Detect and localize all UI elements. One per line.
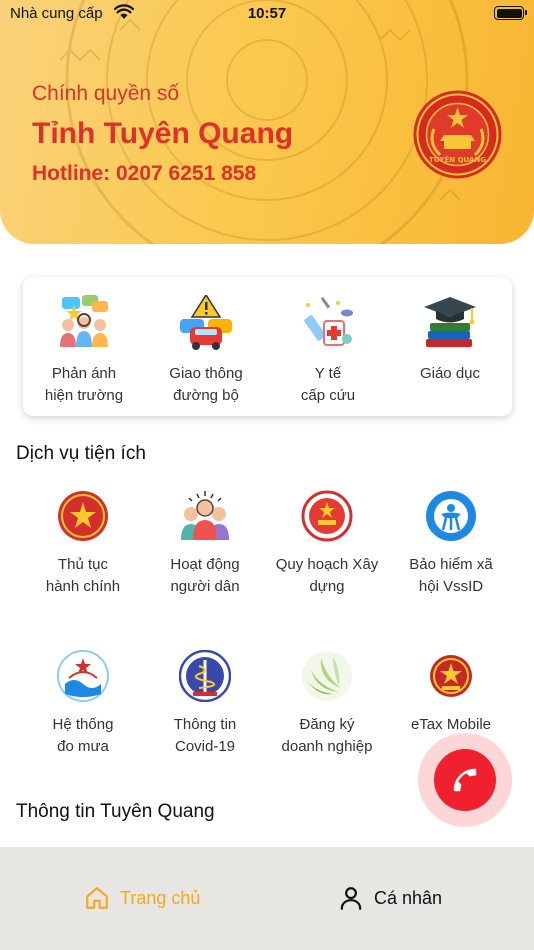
quick-action-label-2: đường bộ [173,387,239,404]
province-emblem-icon: TUYÊN QUANG [413,90,502,179]
app-subtitle: Chính quyền số [32,82,180,105]
emblem-text: TUYÊN QUANG [429,155,486,164]
tax-emblem-icon [430,655,472,697]
hotline-text[interactable]: Hotline: 0207 6251 858 [32,162,256,186]
info-section-title: Thông tin Tuyên Quang [16,801,215,822]
quick-action-label-1: Giáo dục [419,365,481,382]
social-insurance-icon [426,491,476,541]
battery-icon [494,6,527,20]
quick-action-education[interactable]: Giáo dục [389,277,511,416]
phone-icon [453,768,477,792]
home-icon [86,887,108,909]
quick-actions-card: Phản ánh hiện trường Giao thông đường bộ [23,277,512,416]
quick-action-traffic[interactable]: Giao thông đường bộ [145,277,267,416]
service-label-1: eTax Mobile [410,716,492,733]
quick-action-label-2: hiện trường [44,387,124,404]
service-label-2: doanh nghiệp [281,738,373,755]
service-label-2: đo mưa [57,738,109,755]
health-ministry-icon [179,650,231,702]
service-label-2: Covid-19 [174,738,236,755]
header-banner: Nhà cung cấp 10:57 Chính quyền số Tỉnh T… [0,0,534,244]
quick-action-feedback[interactable]: Phản ánh hiện trường [23,277,145,416]
service-label-1: Thông tin [173,716,237,733]
status-bar: Nhà cung cấp 10:57 [0,0,534,30]
service-label-2: dựng [309,578,345,595]
national-emblem-icon [58,491,108,541]
traffic-warning-icon [180,295,232,350]
quick-action-label-2: cấp cứu [300,387,356,404]
quick-action-label-1: Y tế [314,365,342,382]
quick-action-medical[interactable]: Y tế cấp cứu [267,277,389,416]
service-label-2: người dân [170,578,240,595]
service-label-2: hội VssID [418,578,484,595]
services-section-title: Dịch vụ tiện ích [16,443,146,464]
leaf-business-icon [302,651,352,701]
nav-home-label: Trang chủ [120,887,201,908]
page-title: Tỉnh Tuyên Quang [32,117,294,150]
nav-profile-label: Cá nhân [374,887,443,908]
service-label-2: hành chính [45,578,121,595]
quick-action-label-1: Giao thông [169,365,243,382]
rain-monitor-icon [57,650,109,702]
service-label-1: Hệ thống [52,716,114,733]
user-icon [340,887,362,910]
nav-home[interactable]: Trang chủ [84,885,200,911]
bottom-navigation: Trang chủ Cá nhân [0,847,534,950]
medical-syringe-icon [304,296,353,346]
graduation-cap-icon [424,297,476,347]
service-label-1: Hoạt động [170,556,240,573]
call-button[interactable] [434,749,496,811]
clock: 10:57 [247,5,287,22]
service-label-1: Quy hoạch Xây [275,556,379,573]
people-group-icon [181,491,229,540]
service-label-1: Đăng ký [299,716,355,733]
community-feedback-icon [60,295,108,347]
province-seal-icon [301,490,353,542]
service-label-1: Thủ tục [57,556,109,573]
quick-action-label-1: Phản ánh [51,365,117,382]
service-label-1: Bảo hiểm xã [409,556,493,573]
nav-profile[interactable]: Cá nhân [338,885,442,911]
